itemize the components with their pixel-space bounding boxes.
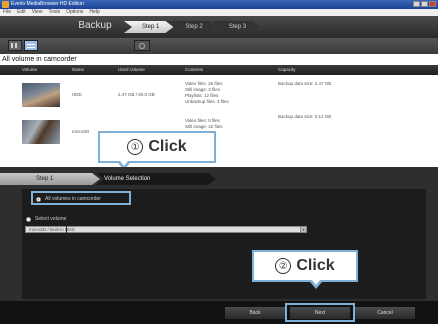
section-title: All volume in camcorder <box>2 56 77 63</box>
radio-icon[interactable] <box>26 216 31 222</box>
table-row[interactable]: HDD 2.47 GB / 60.0 GB Video files: 25 fi… <box>0 79 438 115</box>
menu-tools[interactable]: Tools <box>48 9 60 16</box>
capacity-info: Backup data size: 0.12 GB <box>278 114 332 119</box>
menu-bar: File Edit View Tools Options Help <box>0 9 438 16</box>
callout-1: ① Click <box>98 131 216 163</box>
col-capacity: Capacity <box>278 67 296 72</box>
list-icon <box>27 43 35 48</box>
option-select-volume[interactable]: Select volume <box>26 216 66 222</box>
next-highlight <box>285 303 355 322</box>
volume-thumbnail <box>22 83 60 107</box>
bottom-tab-volume-selection: Volume Selection <box>96 173 216 185</box>
callout-2-pointer <box>310 280 322 289</box>
contents-line: Still image: 42 files <box>185 124 223 129</box>
list-view-button[interactable] <box>24 40 38 51</box>
col-used-volume: Used Volume <box>118 67 145 72</box>
callout-text: Click <box>148 138 187 155</box>
volume-select[interactable]: microSD / Built-in HDD ▾ <box>25 226 307 233</box>
callout-number: ① <box>127 139 144 155</box>
menu-help[interactable]: Help <box>89 9 99 16</box>
footer-bar: Back Next Cancel <box>0 301 438 324</box>
volume-name: HDD <box>72 92 82 97</box>
disc-icon <box>139 43 145 49</box>
view-toolbar <box>0 38 438 54</box>
callout-number: ② <box>275 258 292 274</box>
step-2: Step 2 <box>167 21 216 33</box>
options-panel <box>22 189 426 299</box>
volume-name: microSD <box>72 129 90 134</box>
volume-table: Volume Name Used Volume Contents Capacit… <box>0 65 438 167</box>
header-bar: Backup Step 1 Step 2 Step 3 <box>0 16 438 38</box>
minimize-button[interactable] <box>413 1 420 7</box>
col-contents: Contents <box>185 67 204 72</box>
volume-thumbnail <box>22 120 60 144</box>
table-row[interactable]: microSD Video files: 0 files Still image… <box>0 114 438 150</box>
thumbnail-view-button[interactable] <box>8 40 22 51</box>
option-label: Select volume <box>35 216 67 222</box>
disc-button[interactable] <box>134 40 150 51</box>
chevron-down-icon[interactable]: ▾ <box>300 227 306 232</box>
grid-icon <box>11 43 19 48</box>
title-bar: Everio MediaBrowser HD Edition <box>0 0 438 9</box>
table-header: Volume Name Used Volume Contents Capacit… <box>0 65 438 75</box>
callout-2: ② Click <box>252 250 358 282</box>
step-breadcrumb: Step 1 Step 2 Step 3 <box>130 21 260 33</box>
used-volume: 2.47 GB / 60.0 GB <box>118 92 155 97</box>
maximize-button[interactable] <box>421 1 428 7</box>
select-value: microSD / Built-in HDD <box>29 227 75 232</box>
menu-file[interactable]: File <box>3 9 11 16</box>
back-button[interactable]: Back <box>224 306 286 320</box>
col-volume: Volume <box>22 67 38 72</box>
menu-view[interactable]: View <box>32 9 43 16</box>
close-button[interactable] <box>429 1 436 7</box>
col-name: Name <box>72 67 85 72</box>
window-title: Everio MediaBrowser HD Edition <box>11 1 84 7</box>
menu-options[interactable]: Options <box>66 9 83 16</box>
callout-text: Click <box>296 257 335 274</box>
menu-edit[interactable]: Edit <box>17 9 26 16</box>
step-1: Step 1 <box>124 21 173 33</box>
mode-title: Backup <box>78 20 112 31</box>
bottom-tab-step: Step 1 <box>0 173 100 185</box>
capacity-info: Backup data size: 2.47 GB <box>278 81 332 86</box>
cancel-button[interactable]: Cancel <box>354 306 416 320</box>
option-highlight <box>31 191 131 205</box>
step-3: Step 3 <box>211 21 260 33</box>
app-icon <box>2 1 9 8</box>
contents-line: Unbackup files: 3 files <box>185 99 229 104</box>
